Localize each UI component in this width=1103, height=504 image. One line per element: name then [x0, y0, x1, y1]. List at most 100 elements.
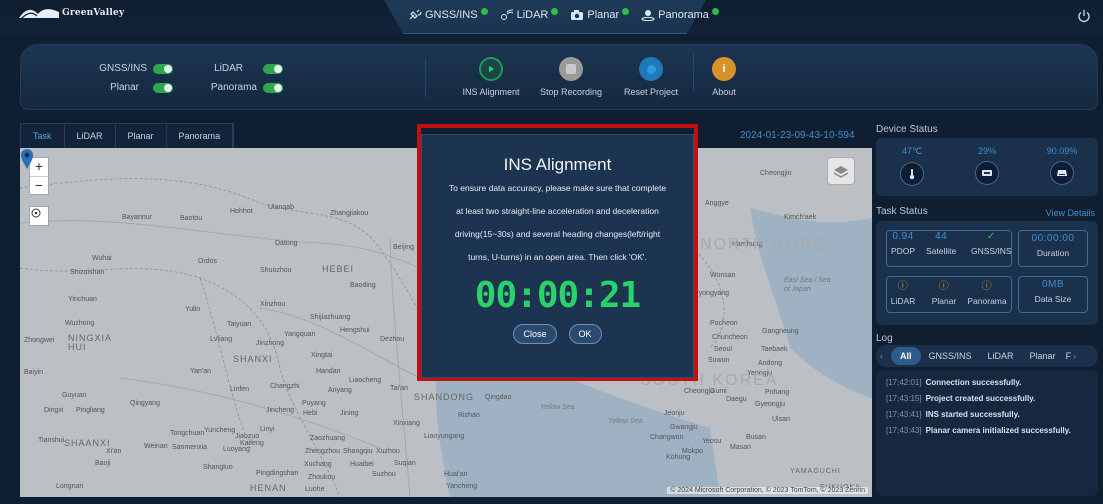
place-label: Zhangjiakou: [330, 210, 369, 217]
place-label: SHANDONG: [414, 392, 475, 402]
logo-text: GreenValley: [62, 8, 125, 18]
storage-status: 29%: [957, 146, 1017, 185]
place-label: Seoul: [714, 346, 732, 353]
disk-icon: [1050, 161, 1074, 185]
dialog-buttons: Close OK: [422, 324, 693, 344]
view-details-link[interactable]: View Details: [1046, 208, 1095, 218]
log-tab-lidar[interactable]: LiDAR: [980, 351, 1022, 361]
place-label: Weinan: [144, 443, 168, 450]
place-label: Xinxiang: [393, 420, 420, 427]
place-label: SHANXI: [233, 354, 273, 364]
about-button[interactable]: i About: [696, 57, 752, 97]
tab-task[interactable]: Task: [21, 124, 65, 148]
thermometer-icon: [900, 162, 924, 186]
place-label: Yancheng: [446, 483, 478, 490]
place-label: Zhongwei: [24, 337, 55, 344]
stat-value: 00:00:00: [1031, 233, 1075, 244]
log-list: [17:42:01] Connection successfully. [17:4…: [876, 370, 1098, 496]
place-label: Xuzhou: [376, 448, 400, 455]
zoom-out-button[interactable]: −: [30, 176, 48, 194]
layers-button[interactable]: [827, 157, 855, 185]
log-title: Log: [876, 333, 893, 344]
stop-recording-button[interactable]: Stop Recording: [531, 57, 611, 97]
app-window: GreenValley GNSS/INS LiDAR Planar Panora…: [0, 0, 1103, 504]
toggle-lidar[interactable]: LiDAR: [173, 63, 283, 74]
sensor-toggles: GNSS/INS LiDAR Planar Panorama: [87, 63, 283, 93]
place-label: Luohe: [305, 486, 325, 493]
place-label: Masan: [730, 444, 752, 451]
place-label: Pocheon: [710, 320, 738, 327]
place-label: Changzhi: [270, 383, 300, 390]
planar-stat: ⓘ Planar: [929, 277, 959, 306]
place-label: Datong: [275, 240, 298, 247]
place-label: Qingyang: [130, 400, 160, 407]
toggle-switch[interactable]: [263, 63, 283, 74]
toggle-planar[interactable]: Planar: [87, 82, 173, 93]
place-label: Yinchuan: [68, 296, 97, 303]
place-label: Tianshui: [38, 437, 65, 444]
chevron-right-icon[interactable]: ›: [1073, 351, 1076, 361]
chevron-left-icon[interactable]: ‹: [880, 351, 883, 361]
gnss-ins-stat: ✓ GNSS/INS: [971, 231, 1012, 256]
temperature-status: 47℃: [882, 146, 942, 186]
toggle-panorama[interactable]: Panorama: [173, 82, 283, 93]
ins-alignment-button[interactable]: INS Alignment: [451, 57, 531, 97]
place-label: HENAN: [250, 483, 287, 493]
status-value: 90.09%: [1046, 146, 1078, 156]
place-label: Jeonju: [664, 410, 685, 417]
toggle-switch[interactable]: [153, 82, 173, 93]
ok-button[interactable]: OK: [568, 324, 602, 344]
place-label: Baoji: [95, 460, 111, 467]
tab-panorama[interactable]: Panorama: [167, 124, 234, 148]
info-icon: i: [712, 57, 736, 81]
place-label: Cheongjin: [760, 170, 792, 177]
place-label: Luoyang: [223, 446, 250, 453]
place-label: Anyang: [328, 387, 352, 394]
close-button[interactable]: Close: [513, 324, 557, 344]
place-label: Dingxi: [44, 407, 64, 414]
tab-planar[interactable]: Planar: [116, 124, 167, 148]
place-label: Andong: [758, 360, 783, 367]
toggle-gnss[interactable]: GNSS/INS: [87, 63, 173, 74]
place-label: Suzhou: [372, 471, 396, 478]
sensor-planar: Planar: [570, 8, 630, 21]
log-tab-all[interactable]: All: [891, 347, 921, 365]
place-label: Xinzhou: [260, 301, 286, 308]
log-tab-more[interactable]: F: [1064, 351, 1074, 361]
disk-status: 90.09%: [1032, 146, 1092, 185]
log-tab-planar[interactable]: Planar: [1022, 351, 1064, 361]
place-label: Lianyungang: [424, 433, 465, 440]
place-label: Dezhou: [380, 336, 405, 343]
place-label: Suwon: [708, 357, 730, 364]
status-dot: [711, 8, 719, 15]
place-label: Guyuan: [62, 392, 87, 399]
panorama-stat: ⓘ Panorama: [967, 277, 1007, 306]
place-label: Yan'an: [190, 368, 212, 375]
tab-lidar[interactable]: LiDAR: [65, 124, 116, 148]
place-label: Baoding: [350, 282, 376, 289]
place-label: Pingliang: [76, 407, 105, 414]
place-label: YAMAGUCHI: [790, 468, 841, 475]
stat-value: 44: [935, 231, 948, 242]
place-label: Gyeongju: [755, 401, 785, 408]
reset-project-button[interactable]: Reset Project: [611, 57, 691, 97]
toggle-switch[interactable]: [153, 63, 173, 74]
locate-button[interactable]: [29, 206, 49, 226]
toggle-switch[interactable]: [263, 82, 283, 93]
stat-value: 0MB: [1041, 279, 1065, 290]
power-icon[interactable]: [1077, 9, 1091, 23]
sensor-status-bar: GNSS/INS LiDAR Planar Panorama: [408, 8, 719, 21]
sensor-gnss: GNSS/INS: [408, 8, 488, 21]
place-label: Linyi: [260, 426, 275, 433]
log-time: [17:43:41]: [886, 410, 922, 419]
place-label: Kaifeng: [240, 440, 264, 447]
location-pin-icon[interactable]: [20, 148, 34, 170]
place-label: Xi'an: [106, 448, 122, 455]
log-tab-gnss[interactable]: GNSS/INS: [921, 351, 980, 361]
toggle-label: GNSS/INS: [99, 63, 147, 74]
stat-label: LiDAR: [890, 296, 916, 306]
place-label: Baotou: [180, 215, 203, 222]
data-size-stat: 0MB Data Size: [1018, 276, 1088, 313]
place-label: Pingdingshan: [256, 470, 299, 477]
place-label: Jinzhong: [256, 340, 285, 347]
